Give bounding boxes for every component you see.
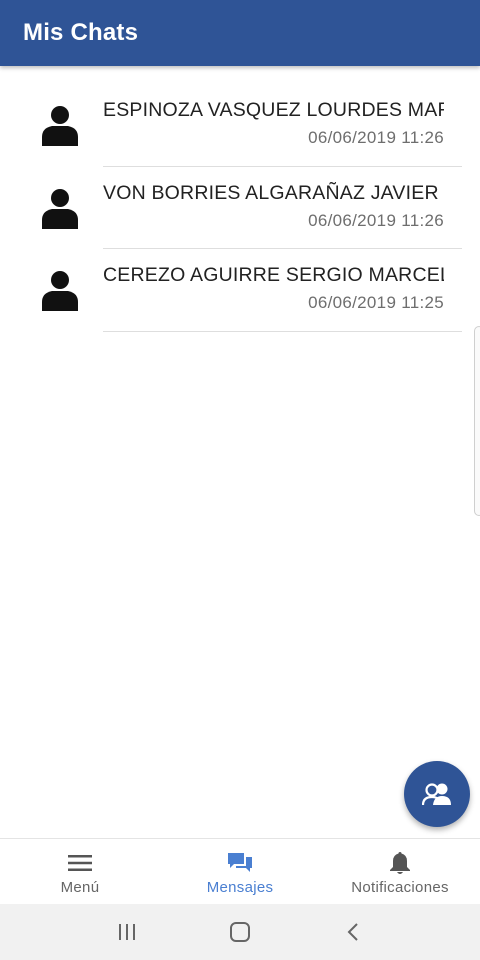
bell-icon bbox=[387, 851, 413, 875]
page-title: Mis Chats bbox=[23, 19, 139, 46]
chat-list-item[interactable]: VON BORRIES ALGARAÑAZ JAVIER TADEO 06/06… bbox=[0, 167, 480, 249]
new-chat-button[interactable] bbox=[404, 761, 470, 827]
chat-list: ESPINOZA VASQUEZ LOURDES MARCELA 06/06/2… bbox=[0, 84, 480, 332]
back-button[interactable] bbox=[338, 917, 368, 947]
recent-apps-button[interactable] bbox=[112, 917, 142, 947]
home-icon bbox=[229, 922, 250, 942]
back-chevron-icon bbox=[347, 923, 359, 941]
chat-contact-name: VON BORRIES ALGARAÑAZ JAVIER TADEO bbox=[103, 181, 444, 204]
chat-contact-name: CEREZO AGUIRRE SERGIO MARCELO bbox=[103, 264, 444, 286]
nav-item-notifications[interactable]: Notificaciones bbox=[320, 839, 480, 904]
user-avatar-icon bbox=[42, 188, 78, 229]
menu-icon bbox=[67, 851, 93, 875]
chat-body: VON BORRIES ALGARAÑAZ JAVIER TADEO 06/06… bbox=[103, 167, 462, 249]
edge-panel-handle[interactable] bbox=[474, 326, 480, 516]
chat-timestamp: 06/06/2019 11:26 bbox=[308, 210, 444, 230]
chat-contact-name: ESPINOZA VASQUEZ LOURDES MARCELA bbox=[103, 99, 444, 121]
nav-label: Menú bbox=[60, 879, 100, 896]
nav-item-messages[interactable]: Mensajes bbox=[160, 839, 320, 904]
chat-timestamp: 06/06/2019 11:25 bbox=[308, 293, 444, 312]
chat-list-item[interactable]: CEREZO AGUIRRE SERGIO MARCELO 06/06/2019… bbox=[0, 249, 480, 332]
chat-timestamp: 06/06/2019 11:26 bbox=[308, 128, 444, 147]
bottom-navigation: Menú Mensajes Notificaciones bbox=[0, 838, 480, 904]
chat-bubbles-icon bbox=[227, 851, 253, 875]
system-navigation-bar bbox=[0, 904, 480, 960]
app-bar: Mis Chats bbox=[0, 0, 480, 66]
chat-body: ESPINOZA VASQUEZ LOURDES MARCELA 06/06/2… bbox=[103, 84, 462, 167]
new-chat-users-icon bbox=[422, 783, 451, 806]
nav-label: Notificaciones bbox=[351, 879, 449, 896]
recent-apps-icon bbox=[118, 924, 135, 940]
nav-item-menu[interactable]: Menú bbox=[0, 839, 160, 904]
nav-label: Mensajes bbox=[206, 879, 274, 896]
user-avatar-icon bbox=[42, 271, 78, 311]
home-button[interactable] bbox=[225, 917, 255, 947]
chat-list-item[interactable]: ESPINOZA VASQUEZ LOURDES MARCELA 06/06/2… bbox=[0, 84, 480, 167]
chat-body: CEREZO AGUIRRE SERGIO MARCELO 06/06/2019… bbox=[103, 249, 462, 332]
user-avatar-icon bbox=[42, 106, 78, 146]
